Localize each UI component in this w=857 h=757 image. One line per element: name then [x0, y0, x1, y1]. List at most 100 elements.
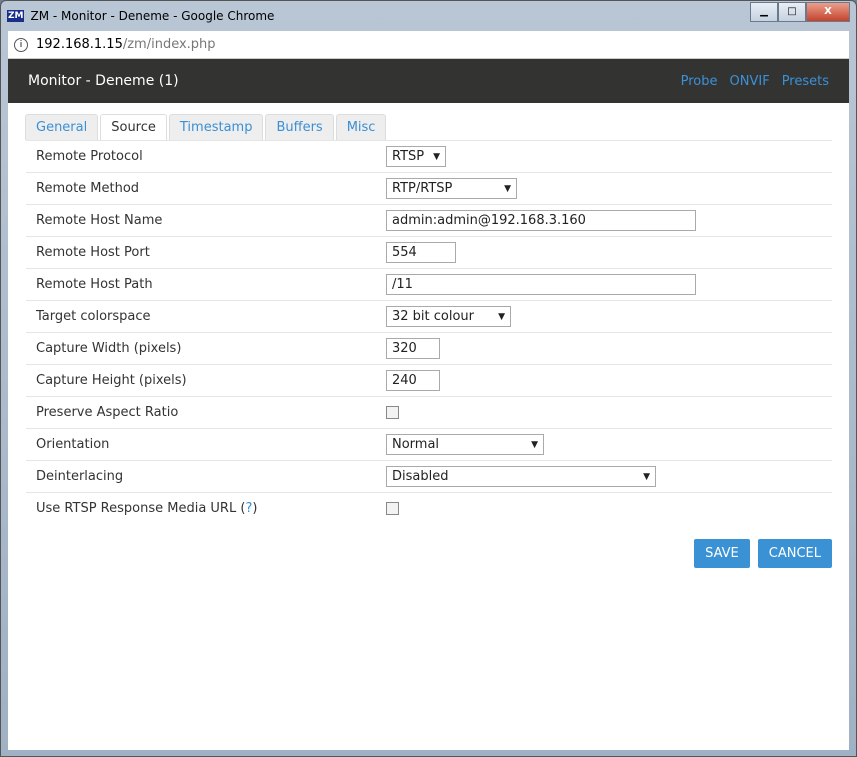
field-value: Disabled ▼ [376, 460, 832, 493]
capture-width-pixels-input[interactable]: 320 [386, 338, 440, 359]
label-remote-host-port: Remote Host Port [26, 236, 376, 269]
tab-timestamp[interactable]: Timestamp [168, 114, 264, 140]
remote-host-port-input[interactable]: 554 [386, 242, 456, 263]
address-host: 192.168.1.15 [36, 37, 123, 52]
dropdown-arrow-icon: ▼ [643, 471, 650, 482]
selected-value: RTSP [392, 149, 425, 164]
minimize-button[interactable]: ▁ [750, 2, 778, 22]
field-label: Remote Host Path [36, 277, 153, 292]
form-row: Remote Host Name admin:admin@192.168.3.16… [26, 204, 832, 237]
field-value: Normal ▼ [376, 428, 832, 461]
tab-general[interactable]: General [25, 114, 99, 140]
address-path: /zm/index.php [122, 37, 216, 52]
label-preserve-aspect-ratio: Preserve Aspect Ratio [26, 396, 376, 429]
dropdown-arrow-icon: ▼ [531, 439, 538, 450]
label-remote-host-path: Remote Host Path [26, 268, 376, 301]
field-label: Remote Host Port [36, 245, 150, 260]
label-use-rtsp-response-media-url: Use RTSP Response Media URL (?) [26, 492, 376, 524]
page-header: Monitor - Deneme (1) Probe ONVIF Presets [8, 59, 849, 103]
selected-value: Normal [392, 437, 440, 452]
field-label: Orientation [36, 437, 110, 452]
form-row: Remote Protocol RTSP ▼ [26, 140, 832, 173]
form-row: Remote Host Port 554 [26, 236, 832, 269]
deinterlacing-select[interactable]: Disabled ▼ [386, 466, 656, 487]
field-label: Remote Method [36, 181, 140, 196]
save-button[interactable]: SAVE [694, 539, 750, 568]
remote-protocol-select[interactable]: RTSP ▼ [386, 146, 446, 167]
preserve-aspect-ratio-checkbox[interactable] [386, 406, 399, 419]
field-value [376, 492, 832, 524]
form-row: Remote Host Path/11 [26, 268, 832, 301]
label-remote-method: Remote Method [26, 172, 376, 205]
field-value: 320 [376, 332, 832, 365]
form-row: Orientation Normal ▼ [26, 428, 832, 461]
input-value: admin:admin@192.168.3.160 [392, 213, 586, 228]
selected-value: RTP/RTSP [392, 181, 453, 196]
tab-bar: General Source Timestamp Buffers Misc [25, 114, 849, 140]
cancel-button[interactable]: CANCEL [757, 539, 832, 568]
label-capture-width-pixels: Capture Width (pixels) [26, 332, 376, 365]
field-label: Remote Protocol [36, 149, 143, 164]
tab-source[interactable]: Source [100, 114, 167, 140]
field-label: Preserve Aspect Ratio [36, 405, 179, 420]
help-link[interactable]: ? [245, 501, 252, 516]
field-value: 554 [376, 236, 832, 269]
field-label: Target colorspace [36, 309, 151, 324]
field-value: admin:admin@192.168.3.160 [376, 204, 832, 237]
form-row: Preserve Aspect Ratio [26, 396, 832, 429]
label-target-colorspace: Target colorspace [26, 300, 376, 333]
field-label: Capture Height (pixels) [36, 373, 187, 388]
label-deinterlacing: Deinterlacing [26, 460, 376, 493]
page-title: Monitor - Deneme (1) [28, 73, 179, 89]
dropdown-arrow-icon: ▼ [433, 151, 440, 162]
field-label: Deinterlacing [36, 469, 124, 484]
address-bar[interactable]: i 192.168.1.15/zm/index.php [8, 31, 849, 59]
close-button[interactable]: X [806, 2, 850, 22]
tab-buffers[interactable]: Buffers [265, 114, 334, 140]
input-value: /11 [392, 277, 413, 292]
remote-host-path-input[interactable]: /11 [386, 274, 696, 295]
form-row: Capture Width (pixels) 320 [26, 332, 832, 365]
field-value: 32 bit colour ▼ [376, 300, 832, 333]
selected-value: Disabled [392, 469, 449, 484]
label-remote-host-name: Remote Host Name [26, 204, 376, 237]
browser-window: ZM ZM - Monitor - Deneme - Google Chrome… [0, 0, 857, 757]
field-value [376, 396, 832, 429]
info-icon[interactable]: i [14, 37, 28, 52]
orientation-select[interactable]: Normal ▼ [386, 434, 544, 455]
input-value: 320 [392, 341, 417, 356]
title-bar: ZM ZM - Monitor - Deneme - Google Chrome… [1, 1, 856, 31]
field-value: RTSP ▼ [376, 140, 832, 173]
selected-value: 32 bit colour [392, 309, 475, 324]
form-row: Use RTSP Response Media URL (?) [26, 492, 832, 524]
dropdown-arrow-icon: ▼ [504, 183, 511, 194]
field-label: Use RTSP Response Media URL [36, 501, 237, 516]
use-rtsp-response-media-url-checkbox[interactable] [386, 502, 399, 515]
presets-link[interactable]: Presets [782, 74, 829, 89]
onvif-link[interactable]: ONVIF [730, 74, 770, 89]
field-label: Capture Width (pixels) [36, 341, 182, 356]
label-orientation: Orientation [26, 428, 376, 461]
field-value: 240 [376, 364, 832, 397]
input-value: 240 [392, 373, 417, 388]
probe-link[interactable]: Probe [681, 74, 718, 89]
target-colorspace-select[interactable]: 32 bit colour ▼ [386, 306, 511, 327]
form-row: Capture Height (pixels) 240 [26, 364, 832, 397]
remote-host-name-input[interactable]: admin:admin@192.168.3.160 [386, 210, 696, 231]
form-row: Target colorspace 32 bit colour ▼ [26, 300, 832, 333]
source-form: Remote Protocol RTSP ▼ Remote Method RTP/RTS… [26, 140, 832, 524]
form-row: Remote Method RTP/RTSP ▼ [26, 172, 832, 205]
label-capture-height-pixels: Capture Height (pixels) [26, 364, 376, 397]
tab-misc[interactable]: Misc [335, 114, 387, 140]
capture-height-pixels-input[interactable]: 240 [386, 370, 440, 391]
field-value: /11 [376, 268, 832, 301]
field-value: RTP/RTSP ▼ [376, 172, 832, 205]
input-value: 554 [392, 245, 417, 260]
remote-method-select[interactable]: RTP/RTSP ▼ [386, 178, 517, 199]
window-title: ZM - Monitor - Deneme - Google Chrome [30, 9, 275, 23]
dropdown-arrow-icon: ▼ [498, 311, 505, 322]
label-remote-protocol: Remote Protocol [26, 140, 376, 173]
maximize-button[interactable]: □ [778, 2, 806, 22]
field-label: Remote Host Name [36, 213, 163, 228]
form-row: Deinterlacing Disabled ▼ [26, 460, 832, 493]
